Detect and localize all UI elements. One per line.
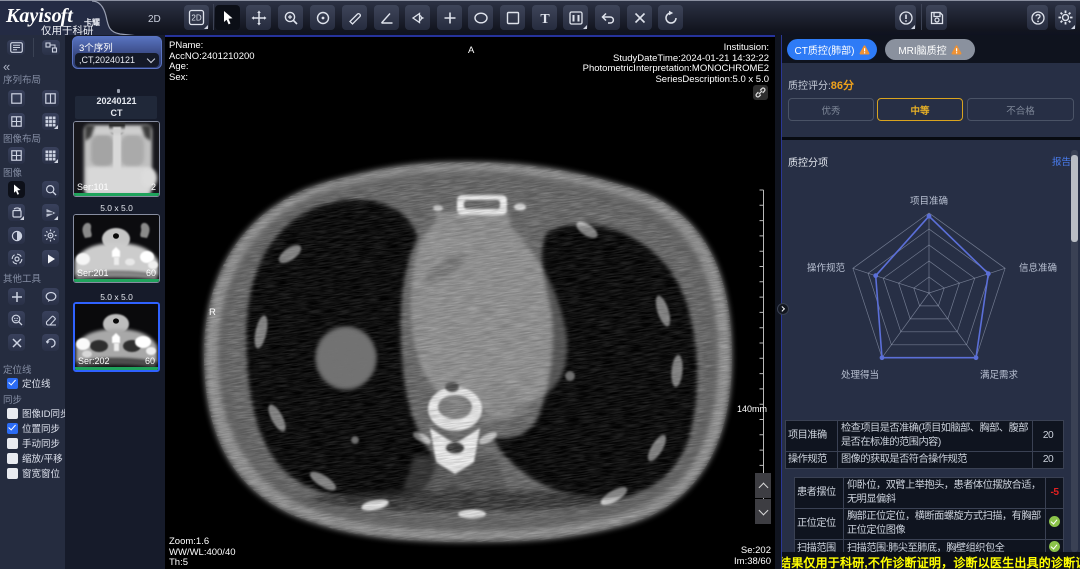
svg-text:处理得当: 处理得当 [841,369,879,381]
svg-text:操作规范: 操作规范 [807,262,846,274]
svg-text:项目准确: 项目准确 [910,195,948,207]
svg-text:满足需求: 满足需求 [980,369,1019,381]
svg-text:T: T [540,12,550,26]
svg-text:2D: 2D [191,14,201,23]
svg-text:信息准确: 信息准确 [1019,262,1057,274]
